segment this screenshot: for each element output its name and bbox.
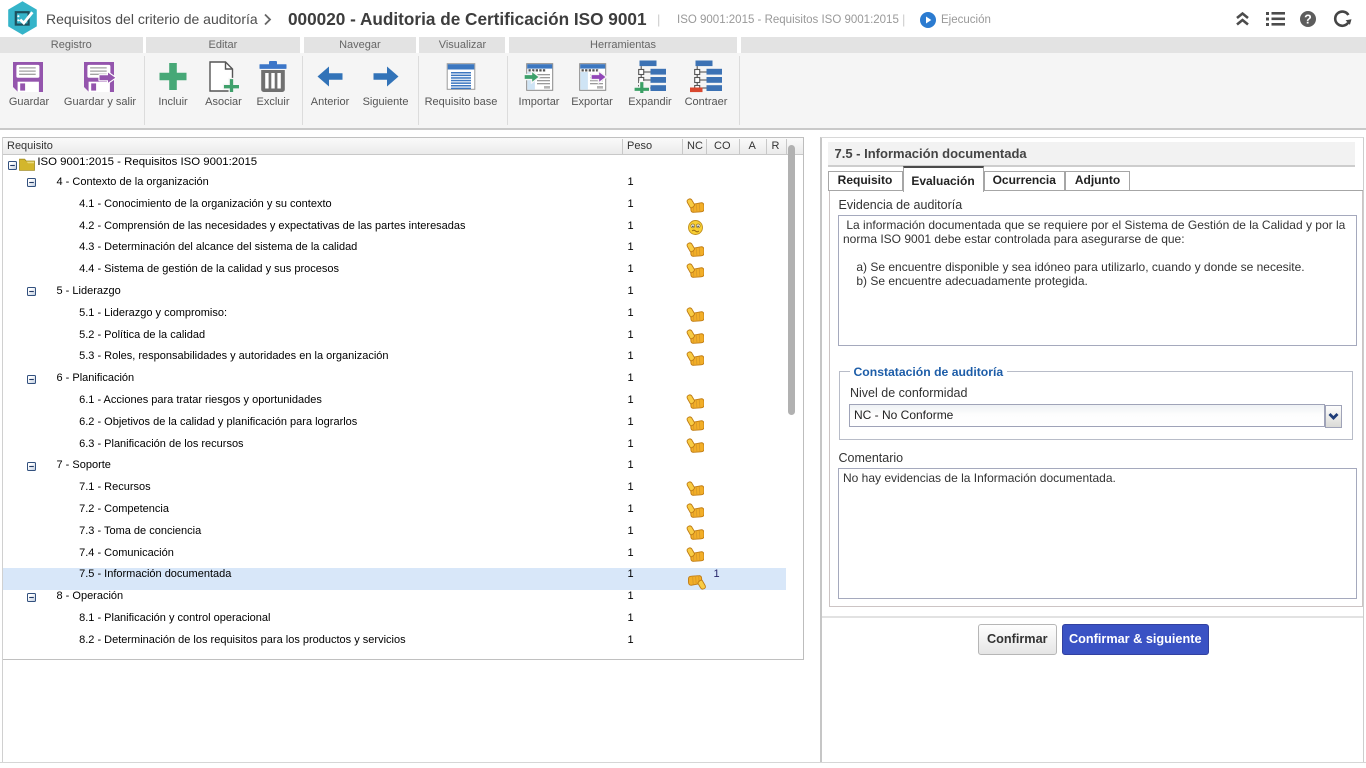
svg-text:?: ? <box>1304 13 1312 27</box>
